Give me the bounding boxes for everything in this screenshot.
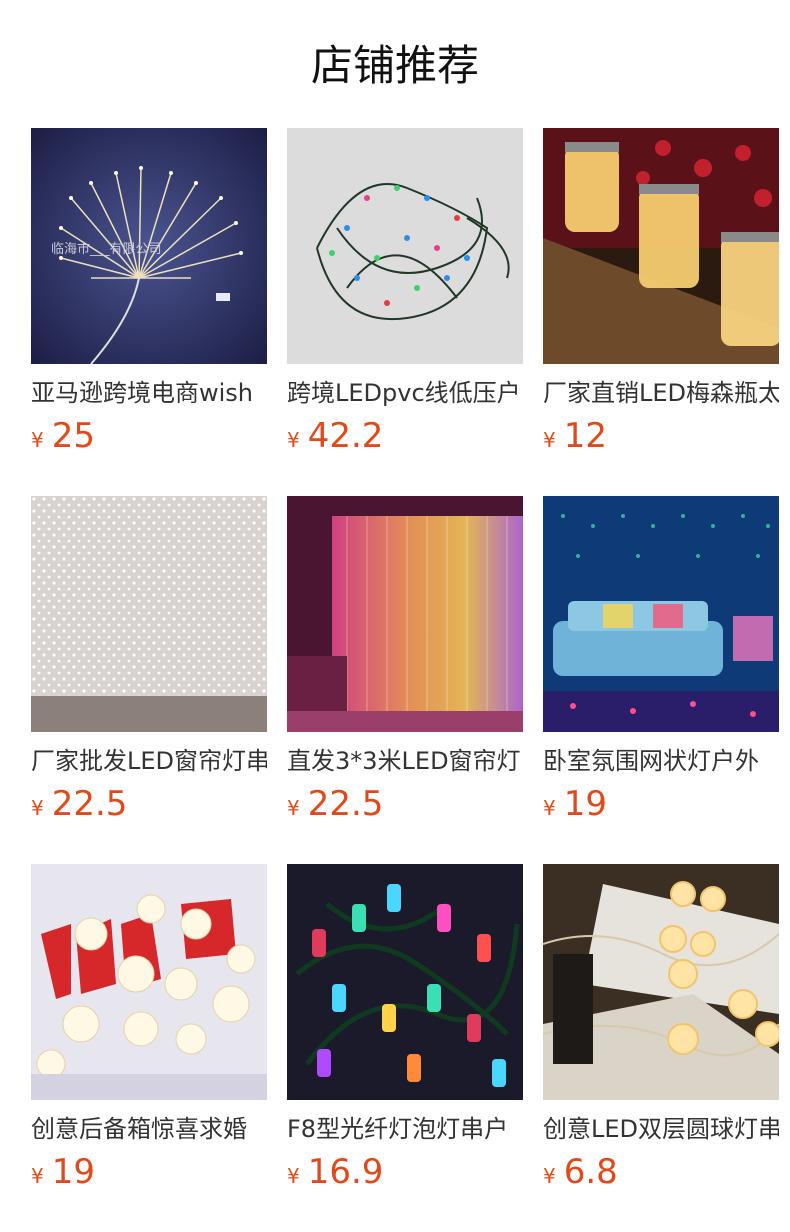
product-image[interactable]	[543, 128, 779, 364]
product-price: ¥16.9	[287, 1152, 523, 1192]
product-price: ¥12	[543, 416, 779, 456]
currency-symbol: ¥	[543, 796, 556, 820]
product-price: ¥19	[543, 784, 779, 824]
price-amount: 25	[51, 416, 95, 456]
price-amount: 6.8	[563, 1152, 618, 1192]
product-image[interactable]	[543, 496, 779, 732]
price-amount: 22.5	[51, 784, 128, 824]
currency-symbol: ¥	[31, 428, 44, 452]
product-name[interactable]: 亚马逊跨境电商wish	[31, 376, 267, 410]
product-price: ¥22.5	[31, 784, 267, 824]
product-card[interactable]: 跨境LEDpvc线低压户 ¥42.2	[287, 128, 523, 456]
product-image[interactable]	[287, 128, 523, 364]
currency-symbol: ¥	[287, 428, 300, 452]
price-amount: 19	[51, 1152, 95, 1192]
price-amount: 22.5	[307, 784, 384, 824]
product-image[interactable]	[31, 496, 267, 732]
product-price: ¥25	[31, 416, 267, 456]
product-image[interactable]	[543, 864, 779, 1100]
product-card[interactable]: 临海市___有限公司 亚马逊跨境电商wish ¥25	[31, 128, 267, 456]
product-name[interactable]: 厂家批发LED窗帘灯串	[31, 744, 267, 778]
product-image[interactable]	[287, 496, 523, 732]
currency-symbol: ¥	[543, 428, 556, 452]
price-amount: 16.9	[307, 1152, 384, 1192]
product-card[interactable]: 卧室氛围网状灯户外 ¥19	[543, 496, 779, 824]
product-image[interactable]: 临海市___有限公司	[31, 128, 267, 364]
product-name[interactable]: 直发3*3米LED窗帘灯	[287, 744, 523, 778]
price-amount: 19	[563, 784, 607, 824]
product-name[interactable]: 创意LED双层圆球灯串	[543, 1112, 779, 1146]
product-card[interactable]: 厂家直销LED梅森瓶太 ¥12	[543, 128, 779, 456]
product-name[interactable]: 跨境LEDpvc线低压户	[287, 376, 523, 410]
page-title: 店铺推荐	[310, 41, 479, 90]
currency-symbol: ¥	[31, 1164, 44, 1188]
product-name[interactable]: 创意后备箱惊喜求婚	[31, 1112, 267, 1146]
product-name[interactable]: 卧室氛围网状灯户外	[543, 744, 779, 778]
price-amount: 12	[563, 416, 607, 456]
product-price: ¥6.8	[543, 1152, 779, 1192]
svg-text:临海市___有限公司: 临海市___有限公司	[51, 241, 162, 257]
product-card[interactable]: 创意LED双层圆球灯串 ¥6.8	[543, 864, 779, 1192]
product-card[interactable]: F8型光纤灯泡灯串户 ¥16.9	[287, 864, 523, 1192]
currency-symbol: ¥	[31, 796, 44, 820]
product-card[interactable]: 厂家批发LED窗帘灯串 ¥22.5	[31, 496, 267, 824]
product-card[interactable]: 直发3*3米LED窗帘灯 ¥22.5	[287, 496, 523, 824]
price-amount: 42.2	[307, 416, 384, 456]
product-price: ¥22.5	[287, 784, 523, 824]
product-price: ¥42.2	[287, 416, 523, 456]
product-card[interactable]: 创意后备箱惊喜求婚 ¥19	[31, 864, 267, 1192]
product-name[interactable]: F8型光纤灯泡灯串户	[287, 1112, 523, 1146]
currency-symbol: ¥	[287, 796, 300, 820]
currency-symbol: ¥	[543, 1164, 556, 1188]
product-image[interactable]	[31, 864, 267, 1100]
product-name[interactable]: 厂家直销LED梅森瓶太	[543, 376, 779, 410]
product-price: ¥19	[31, 1152, 267, 1192]
currency-symbol: ¥	[287, 1164, 300, 1188]
product-image[interactable]	[287, 864, 523, 1100]
